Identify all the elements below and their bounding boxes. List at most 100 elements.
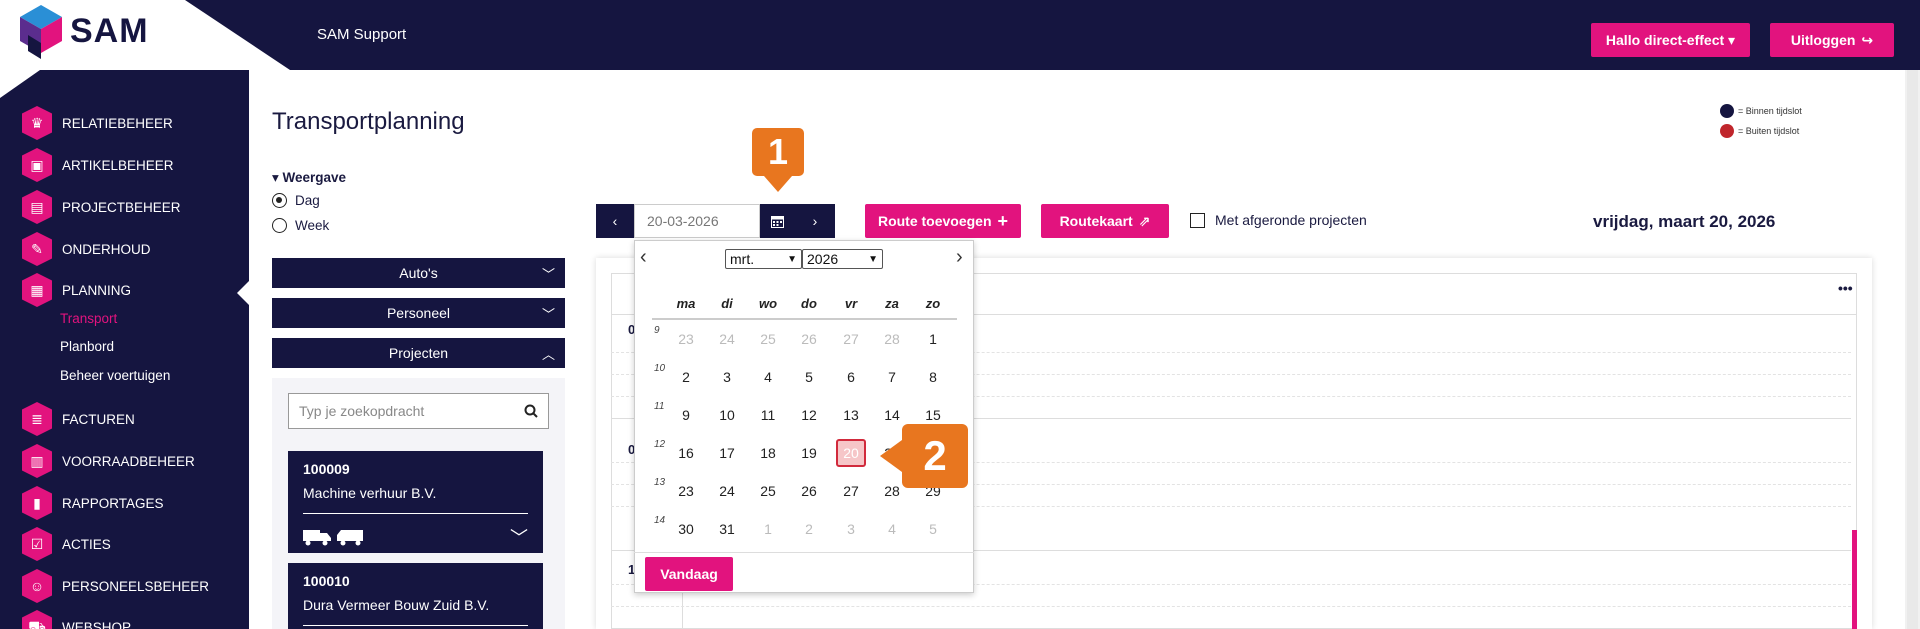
view-option-day[interactable]: Dag	[272, 193, 320, 208]
sidebar-item-projectbeheer[interactable]: ▤ PROJECTBEHEER	[22, 190, 181, 224]
accordion-autos-label: Auto's	[399, 265, 438, 281]
calendar-day[interactable]: 3	[836, 521, 866, 537]
calendar-day[interactable]: 23	[671, 331, 701, 347]
sidebar-subitem-planbord[interactable]: Planbord	[60, 339, 114, 354]
date-input[interactable]: 20-03-2026	[634, 204, 760, 238]
project-search-input[interactable]: Typ je zoekopdracht	[288, 393, 549, 429]
grid-line	[611, 606, 1851, 607]
calendar-day[interactable]: 27	[836, 483, 866, 499]
next-month-button[interactable]: ›	[956, 246, 963, 269]
sidebar-item-artikelbeheer[interactable]: ▣ ARTIKELBEHEER	[22, 148, 174, 182]
calendar-day[interactable]: 24	[712, 483, 742, 499]
calendar-day[interactable]: 4	[753, 369, 783, 385]
view-option-week[interactable]: Week	[272, 218, 329, 233]
sidebar-item-label: PROJECTBEHEER	[62, 199, 181, 215]
calendar-day[interactable]: 1	[918, 331, 948, 347]
sidebar-subitem-transport[interactable]: Transport	[60, 311, 117, 326]
accordion-autos[interactable]: Auto's ﹀	[272, 258, 565, 288]
calendar-day[interactable]: 4	[877, 521, 907, 537]
sidebar-item-webshop[interactable]: ⛟ WEBSHOP	[22, 610, 131, 629]
open-calendar-button[interactable]	[760, 204, 795, 238]
logo-text[interactable]: SAM	[70, 12, 149, 51]
view-option-day-label: Dag	[295, 193, 320, 208]
radio-day[interactable]	[272, 193, 287, 208]
calendar-day[interactable]: 28	[877, 331, 907, 347]
calendar-day[interactable]: 6	[836, 369, 866, 385]
calendar-day-selected[interactable]: 20	[836, 439, 866, 467]
calendar-day[interactable]: 31	[712, 521, 742, 537]
sidebar-item-onderhoud[interactable]: ✎ ONDERHOUD	[22, 232, 151, 266]
calendar-day[interactable]: 14	[877, 407, 907, 423]
calendar-day[interactable]: 7	[877, 369, 907, 385]
radio-week[interactable]	[272, 218, 287, 233]
calendar-day[interactable]: 27	[836, 331, 866, 347]
calendar-day[interactable]: 5	[918, 521, 948, 537]
previous-day-button[interactable]: ‹	[596, 204, 634, 238]
sidebar-item-planning[interactable]: ▦ PLANNING	[22, 273, 131, 307]
view-toggle-label[interactable]: ▾ Weergave	[272, 170, 346, 186]
calendar-day[interactable]: 24	[712, 331, 742, 347]
calendar-day[interactable]: 15	[918, 407, 948, 423]
more-options-icon[interactable]: •••	[1838, 280, 1853, 296]
calendar-day[interactable]: 12	[794, 407, 824, 423]
calendar-day[interactable]: 11	[753, 407, 783, 423]
previous-month-button[interactable]: ‹	[640, 246, 647, 269]
sidebar-item-voorraadbeheer[interactable]: ▥ VOORRAADBEHEER	[22, 444, 195, 478]
accordion-personeel[interactable]: Personeel ﹀	[272, 298, 565, 328]
completed-projects-checkbox[interactable]	[1190, 212, 1205, 228]
calendar-day[interactable]: 8	[918, 369, 948, 385]
weekday-header: do	[801, 296, 817, 311]
calendar-day[interactable]: 25	[753, 331, 783, 347]
calendar-day[interactable]: 18	[753, 445, 783, 461]
project-card[interactable]: 100009 Machine verhuur B.V. ﹀	[288, 451, 543, 553]
calendar-day[interactable]: 2	[794, 521, 824, 537]
sidebar-item-relatiebeheer[interactable]: ♛ RELATIEBEHEER	[22, 106, 173, 140]
today-button[interactable]: Vandaag	[645, 557, 733, 591]
search-placeholder: Typ je zoekopdracht	[299, 403, 425, 419]
sidebar-item-facturen[interactable]: ≣ FACTUREN	[22, 402, 135, 436]
calendar-day[interactable]: 25	[753, 483, 783, 499]
sidebar-item-personeelsbeheer[interactable]: ☺ PERSONEELSBEHEER	[22, 569, 209, 603]
accordion-projecten[interactable]: Projecten ︿	[272, 338, 565, 368]
legend-outside-label: = Buiten tijdslot	[1738, 126, 1800, 136]
route-bar[interactable]	[1852, 530, 1857, 629]
calendar-day[interactable]: 16	[671, 445, 701, 461]
sidebar-item-rapportages[interactable]: ▮ RAPPORTAGES	[22, 486, 164, 520]
calendar-day[interactable]: 17	[712, 445, 742, 461]
sidebar-item-label: FACTUREN	[62, 411, 135, 427]
project-card[interactable]: 100010 Dura Vermeer Bouw Zuid B.V.	[288, 563, 543, 629]
chevron-down-icon: ﹀	[541, 267, 555, 282]
month-select[interactable]: mrt. ▼	[725, 249, 802, 269]
scrollbar-thumb[interactable]	[1907, 70, 1918, 629]
add-route-button[interactable]: Route toevoegen +	[865, 204, 1021, 238]
crown-icon: ♛	[22, 106, 52, 140]
weekday-header: vr	[844, 296, 858, 311]
sidebar-item-label: PERSONEELSBEHEER	[62, 578, 210, 594]
calendar-day[interactable]: 1	[753, 521, 783, 537]
calendar-day[interactable]: 23	[671, 483, 701, 499]
search-icon[interactable]	[524, 404, 538, 418]
legend-inside: = Binnen tijdslot	[1720, 104, 1802, 118]
calendar-day[interactable]: 10	[712, 407, 742, 423]
calendar-day[interactable]: 30	[671, 521, 701, 537]
calendar-day[interactable]: 13	[836, 407, 866, 423]
routekaart-button[interactable]: Routekaart ⇗	[1041, 204, 1169, 238]
completed-projects-toggle[interactable]: Met afgeronde projecten	[1190, 212, 1367, 228]
boxes-icon: ▥	[22, 444, 52, 478]
calendar-day[interactable]: 19	[794, 445, 824, 461]
chevron-down-icon[interactable]: ﹀	[510, 524, 528, 550]
sidebar-item-acties[interactable]: ☑ ACTIES	[22, 527, 111, 561]
next-day-button[interactable]: ›	[795, 204, 835, 238]
calendar-day[interactable]: 26	[794, 483, 824, 499]
calendar-day[interactable]: 3	[712, 369, 742, 385]
logout-button[interactable]: Uitloggen ↪	[1770, 23, 1894, 57]
year-select[interactable]: 2026 ▼	[802, 249, 883, 269]
calendar-day[interactable]: 2	[671, 369, 701, 385]
support-label[interactable]: SAM Support	[317, 26, 406, 43]
calendar-day[interactable]: 9	[671, 407, 701, 423]
user-menu-button[interactable]: Hallo direct-effect ▾	[1591, 23, 1750, 57]
calendar-day[interactable]: 5	[794, 369, 824, 385]
week-number: 14	[654, 515, 666, 526]
sidebar-subitem-beheer-voertuigen[interactable]: Beheer voertuigen	[60, 368, 170, 383]
calendar-day[interactable]: 26	[794, 331, 824, 347]
